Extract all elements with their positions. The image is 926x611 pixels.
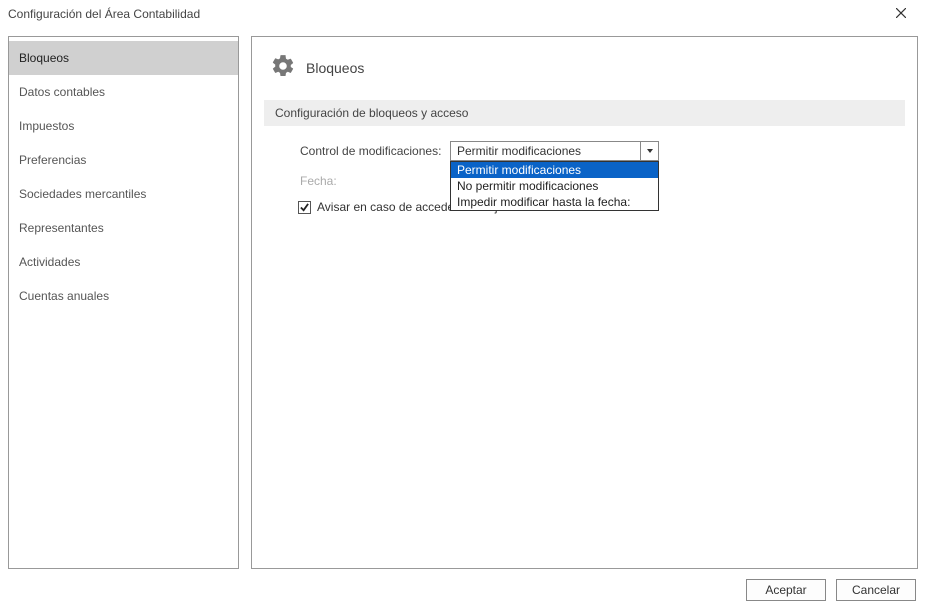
panel-header: Bloqueos [270, 53, 905, 82]
close-button[interactable] [884, 7, 918, 21]
gear-icon [270, 53, 296, 82]
chevron-down-icon [647, 149, 653, 153]
sidebar-item-4[interactable]: Sociedades mercantiles [9, 177, 238, 211]
sidebar-item-5[interactable]: Representantes [9, 211, 238, 245]
sidebar-item-0[interactable]: Bloqueos [9, 41, 238, 75]
dropdown-option-0[interactable]: Permitir modificaciones [451, 162, 658, 178]
control-modificaciones-label: Control de modificaciones: [300, 144, 450, 158]
avisar-checkbox[interactable] [298, 201, 311, 214]
fecha-label: Fecha: [300, 174, 450, 188]
sidebar-item-2[interactable]: Impuestos [9, 109, 238, 143]
group-title: Configuración de bloqueos y acceso [264, 100, 905, 126]
combo-value: Permitir modificaciones [451, 144, 640, 158]
close-icon [896, 8, 906, 18]
window-title: Configuración del Área Contabilidad [8, 7, 884, 21]
title-bar: Configuración del Área Contabilidad [0, 0, 926, 28]
accept-button[interactable]: Aceptar [746, 579, 826, 601]
combo-dropdown-list: Permitir modificacionesNo permitir modif… [450, 161, 659, 211]
combo-dropdown-button[interactable] [640, 142, 658, 160]
panel-title: Bloqueos [306, 60, 364, 76]
sidebar-item-6[interactable]: Actividades [9, 245, 238, 279]
row-control-modificaciones: Control de modificaciones: Permitir modi… [300, 140, 895, 162]
control-modificaciones-combo[interactable]: Permitir modificaciones Permitir modific… [450, 141, 659, 161]
group-box: Configuración de bloqueos y acceso Contr… [264, 100, 905, 224]
content-area: BloqueosDatos contablesImpuestosPreferen… [0, 28, 926, 573]
dropdown-option-1[interactable]: No permitir modificaciones [451, 178, 658, 194]
cancel-button[interactable]: Cancelar [836, 579, 916, 601]
sidebar-item-3[interactable]: Preferencias [9, 143, 238, 177]
check-icon [300, 203, 309, 212]
main-panel: Bloqueos Configuración de bloqueos y acc… [251, 36, 918, 569]
sidebar-item-1[interactable]: Datos contables [9, 75, 238, 109]
sidebar-item-7[interactable]: Cuentas anuales [9, 279, 238, 313]
group-body: Control de modificaciones: Permitir modi… [264, 126, 905, 224]
dialog-footer: Aceptar Cancelar [0, 573, 926, 607]
sidebar: BloqueosDatos contablesImpuestosPreferen… [8, 36, 239, 569]
dropdown-option-2[interactable]: Impedir modificar hasta la fecha: [451, 194, 658, 210]
